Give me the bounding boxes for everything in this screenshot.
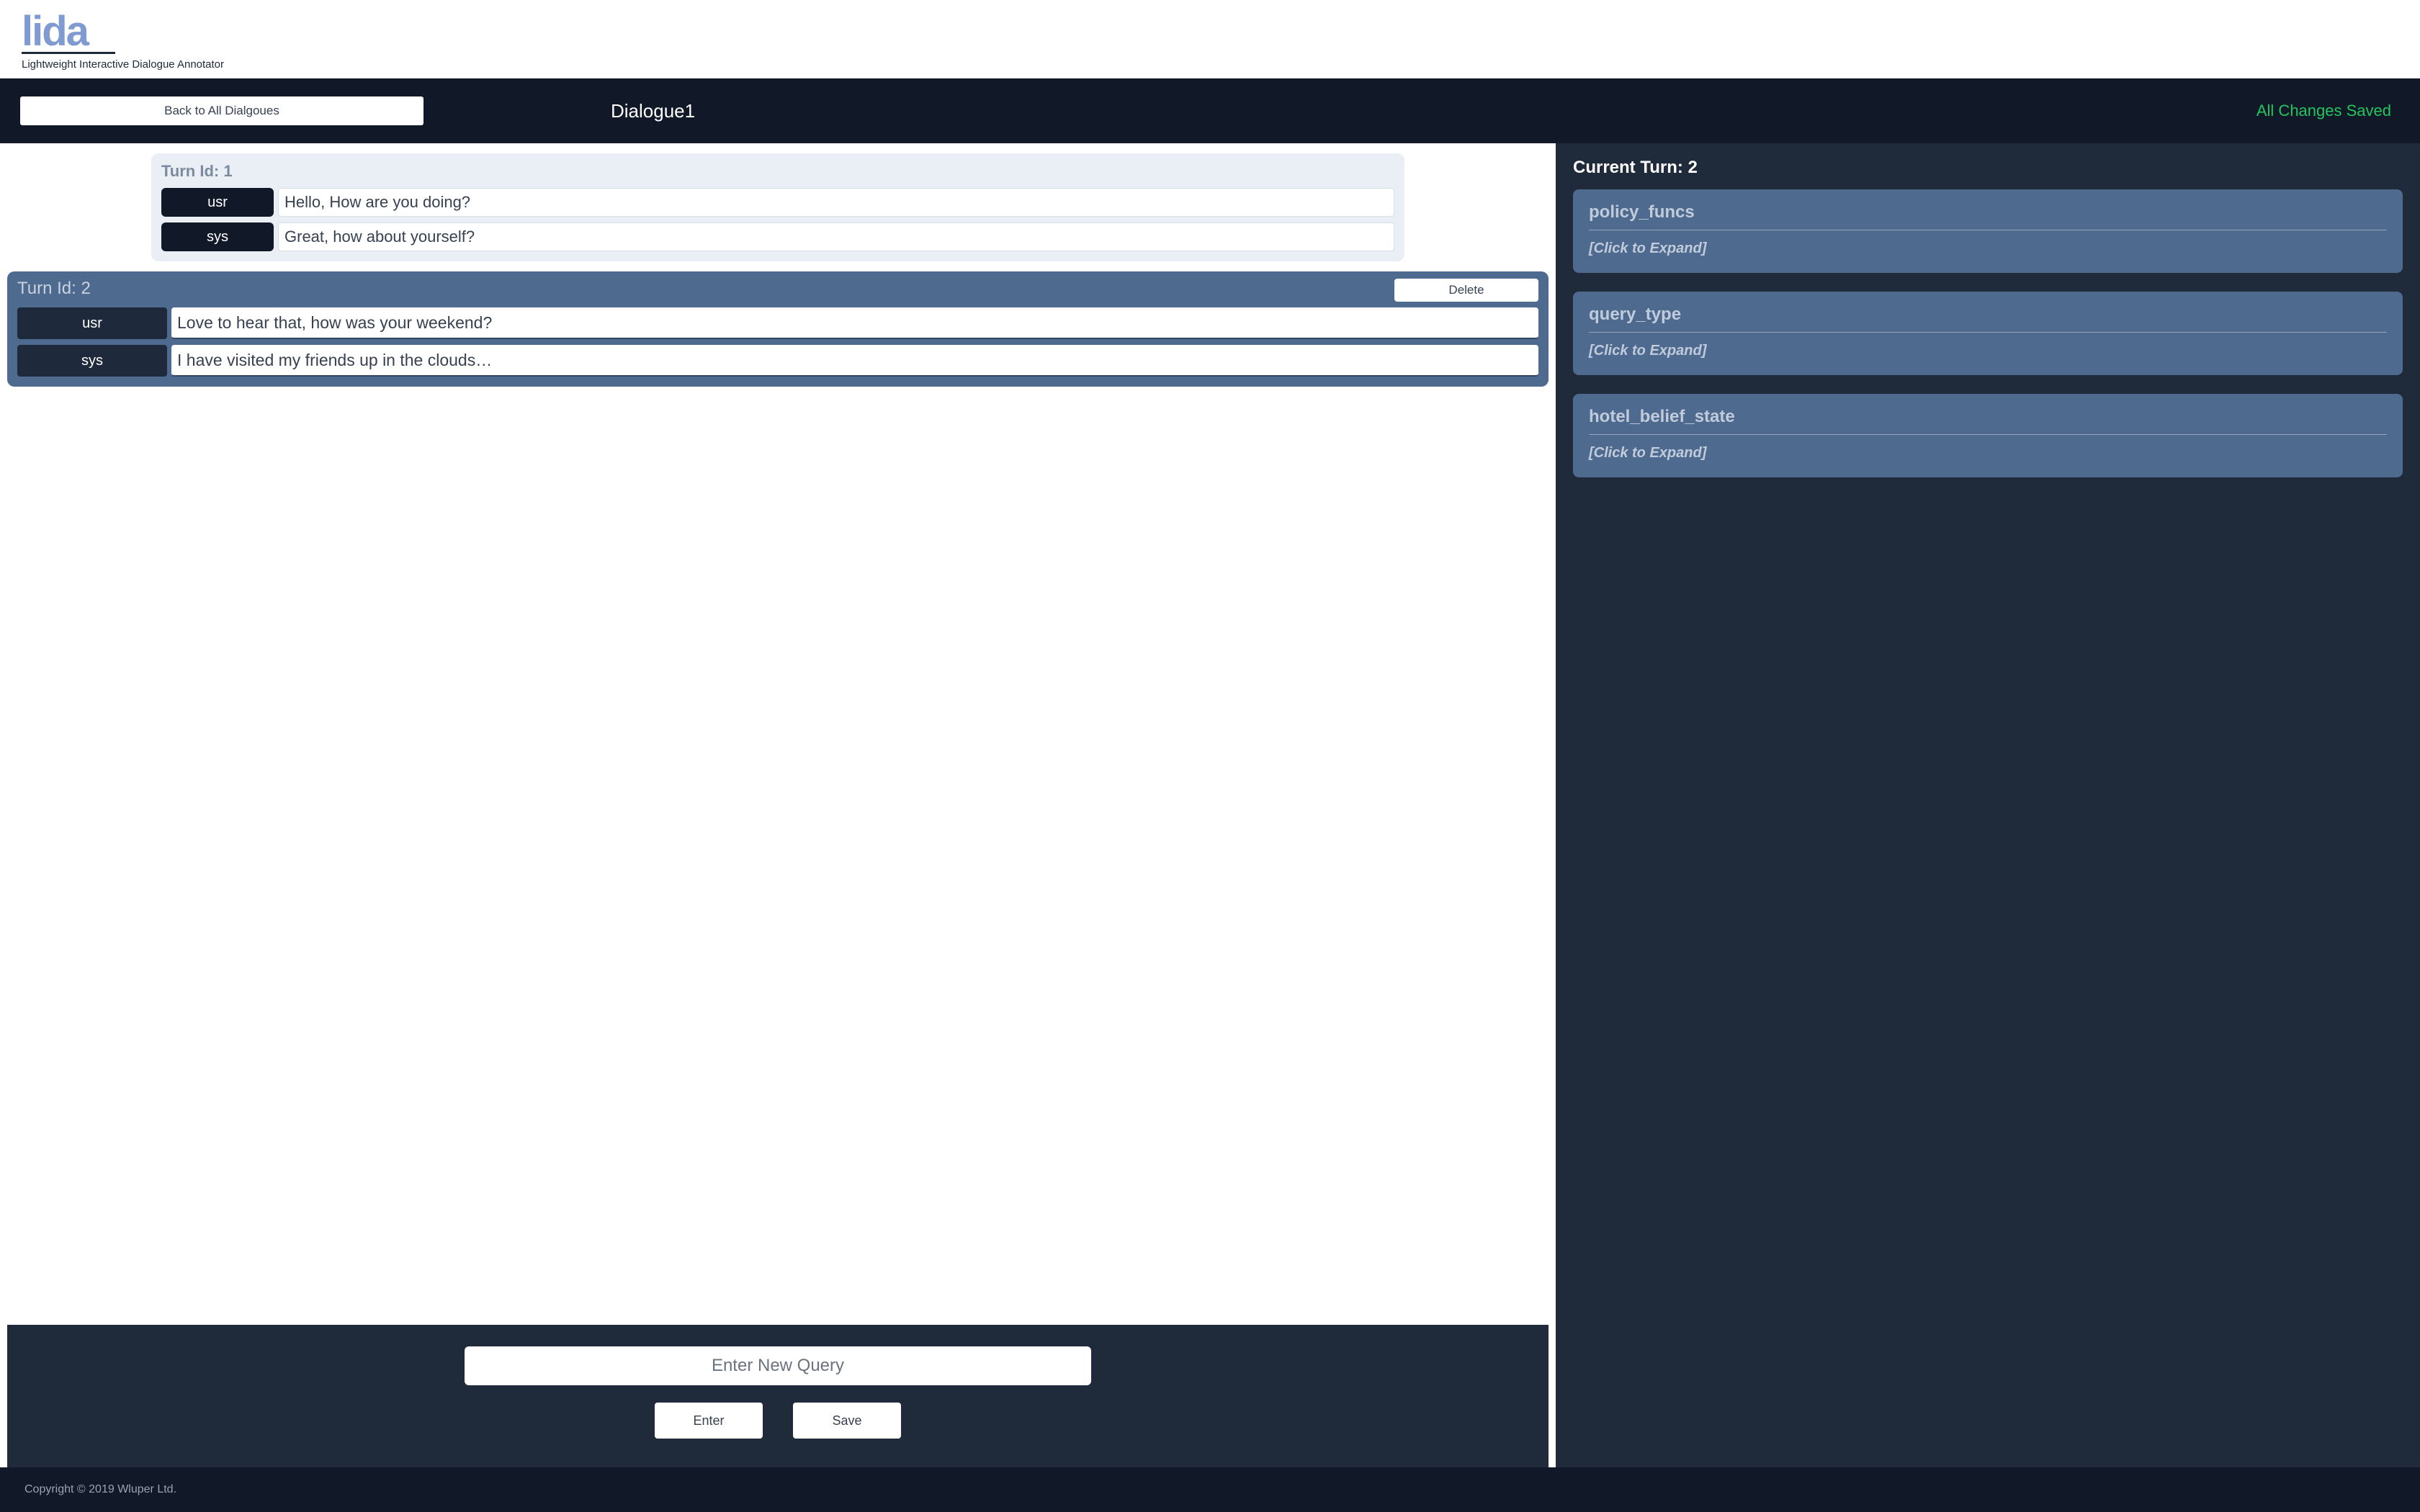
turn-id-label: Turn Id: 2 <box>17 279 1538 299</box>
annotation-label: hotel_belief_state <box>1589 407 2387 427</box>
annotation-sidebar: Current Turn: 2 policy_funcs [Click to E… <box>1556 143 2420 1467</box>
utterance-row: usr Love to hear that, how was your week… <box>17 307 1538 339</box>
utterance-row: sys Great, how about yourself? <box>161 222 1394 251</box>
annotation-section-query-type[interactable]: query_type [Click to Expand] <box>1573 292 2403 375</box>
back-button[interactable]: Back to All Dialgoues <box>20 96 424 125</box>
speaker-badge-usr: usr <box>161 188 274 217</box>
annotation-section-policy-funcs[interactable]: policy_funcs [Click to Expand] <box>1573 189 2403 273</box>
utterance-text[interactable]: Hello, How are you doing? <box>278 188 1394 217</box>
footer: Copyright © 2019 Wluper Ltd. <box>0 1467 2420 1512</box>
speaker-badge-sys: sys <box>17 345 167 377</box>
app-header: lida Lightweight Interactive Dialogue An… <box>0 0 2420 78</box>
save-status: All Changes Saved <box>2257 102 2391 120</box>
expand-toggle[interactable]: [Click to Expand] <box>1589 343 2387 359</box>
button-row: Enter Save <box>655 1403 901 1439</box>
annotation-label: policy_funcs <box>1589 202 2387 222</box>
turn-card-active[interactable]: Turn Id: 2 Delete usr Love to hear that,… <box>7 271 1549 387</box>
expand-toggle[interactable]: [Click to Expand] <box>1589 445 2387 462</box>
utterance-row: sys I have visited my friends up in the … <box>17 345 1538 377</box>
utterance-text[interactable]: Love to hear that, how was your weekend? <box>171 307 1538 339</box>
turns-column: Turn Id: 1 usr Hello, How are you doing?… <box>0 143 1556 1467</box>
dialogue-title: Dialogue1 <box>611 100 695 122</box>
annotation-section-hotel-belief-state[interactable]: hotel_belief_state [Click to Expand] <box>1573 394 2403 477</box>
annotation-label: query_type <box>1589 305 2387 325</box>
copyright-text: Copyright © 2019 Wluper Ltd. <box>24 1483 176 1495</box>
expand-toggle[interactable]: [Click to Expand] <box>1589 240 2387 257</box>
utterance-text[interactable]: I have visited my friends up in the clou… <box>171 345 1538 377</box>
utterance-text[interactable]: Great, how about yourself? <box>278 222 1394 251</box>
divider <box>1589 332 2387 333</box>
turn-id-label: Turn Id: 1 <box>161 162 1394 181</box>
enter-button[interactable]: Enter <box>655 1403 763 1439</box>
divider <box>1589 434 2387 435</box>
save-button[interactable]: Save <box>793 1403 901 1439</box>
new-query-input[interactable] <box>465 1346 1091 1385</box>
app-subtitle: Lightweight Interactive Dialogue Annotat… <box>22 58 2398 71</box>
nav-bar: Back to All Dialgoues Dialogue1 All Chan… <box>0 78 2420 143</box>
speaker-badge-usr: usr <box>17 307 167 339</box>
speaker-badge-sys: sys <box>161 222 274 251</box>
current-turn-title: Current Turn: 2 <box>1573 158 2403 178</box>
main-area: Turn Id: 1 usr Hello, How are you doing?… <box>0 143 2420 1467</box>
bottom-bar: Enter Save <box>7 1325 1549 1467</box>
app-logo: lida <box>22 13 2398 50</box>
turn-card[interactable]: Turn Id: 1 usr Hello, How are you doing?… <box>151 153 1404 261</box>
utterance-row: usr Hello, How are you doing? <box>161 188 1394 217</box>
delete-turn-button[interactable]: Delete <box>1394 279 1538 302</box>
